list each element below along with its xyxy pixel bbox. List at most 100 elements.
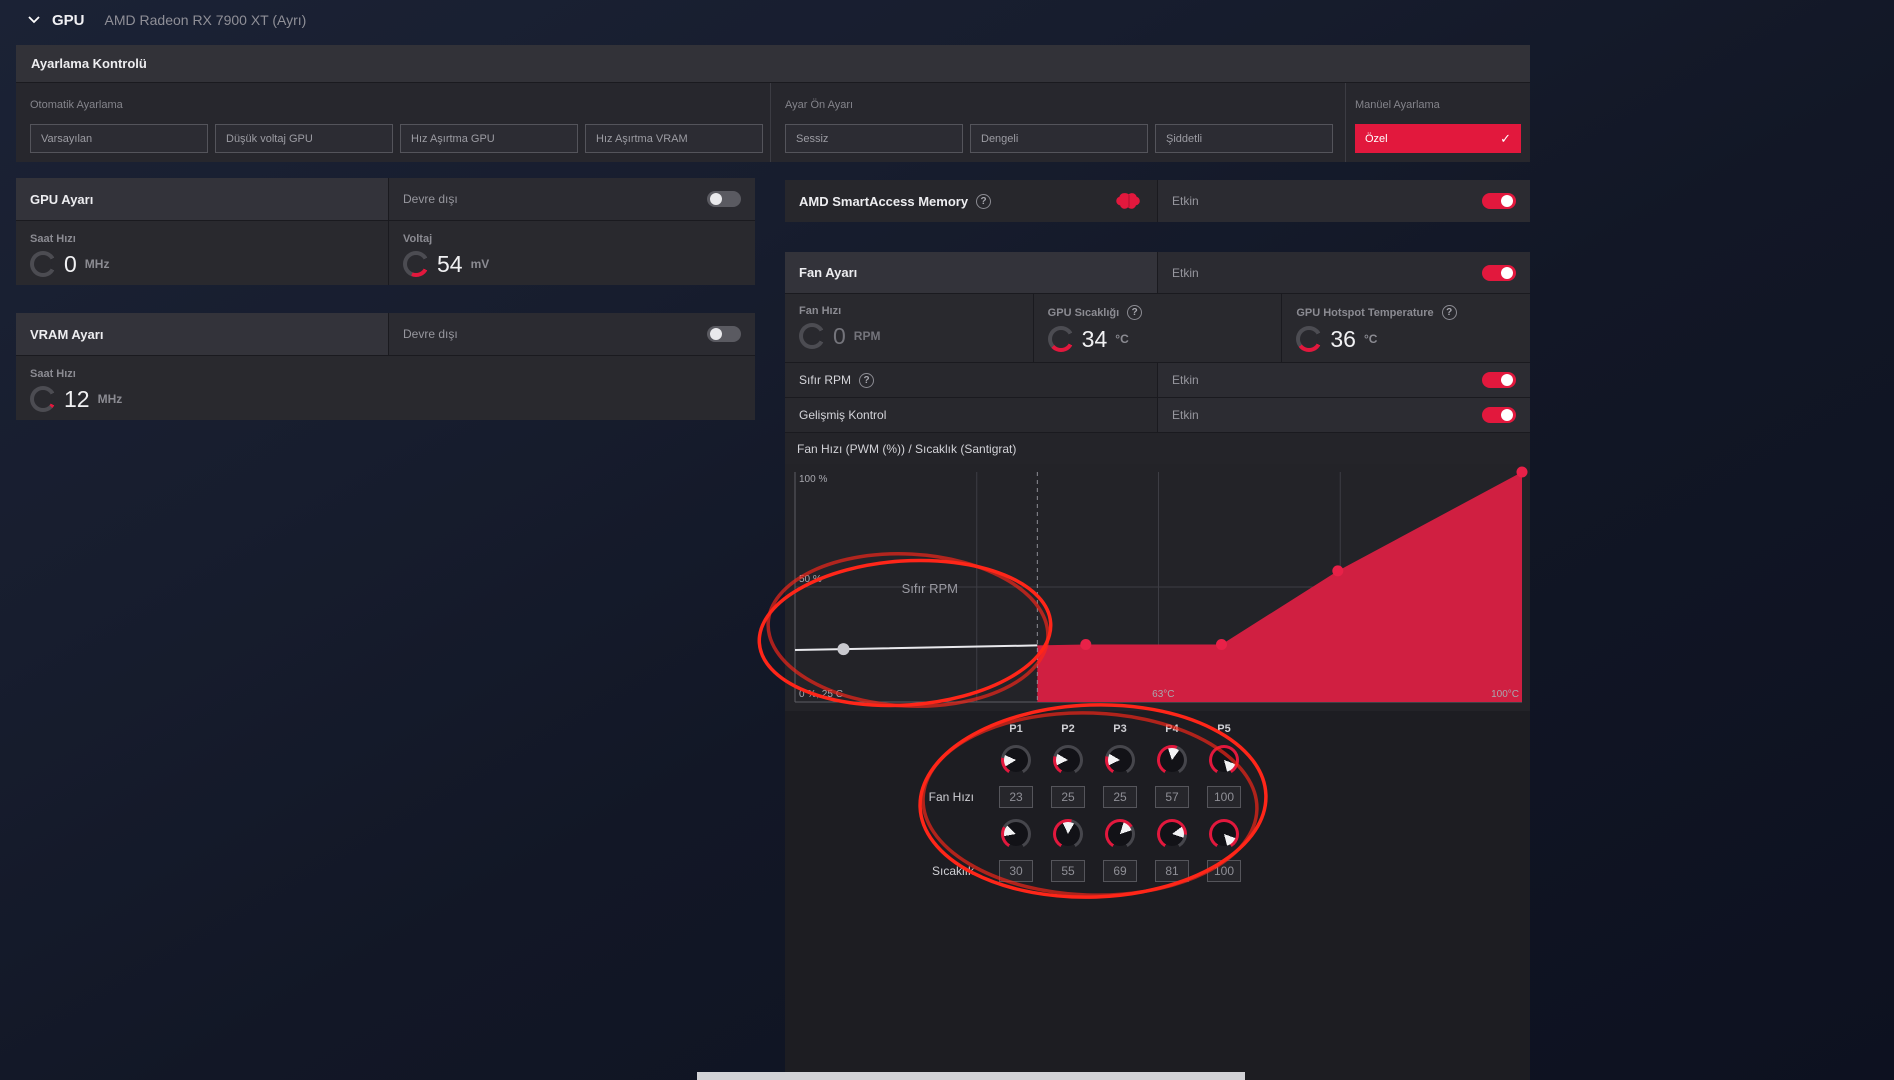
gpu-voltage-value: 54 bbox=[437, 250, 463, 277]
zero-rpm-handle[interactable] bbox=[837, 643, 850, 656]
vram-tuning-status-bar: Devre dışı bbox=[389, 313, 755, 355]
advanced-control-toggle[interactable] bbox=[1482, 407, 1516, 423]
help-icon[interactable]: ? bbox=[1441, 305, 1457, 320]
tuning-control-title: Ayarlama Kontrolü bbox=[31, 56, 147, 71]
gpu-clock-value: 0 bbox=[64, 250, 77, 277]
hotspot-temp-unit: °C bbox=[1363, 332, 1378, 346]
hotspot-temp-gauge-icon bbox=[1296, 326, 1323, 352]
gpu-clock-label: Saat Hızı bbox=[30, 233, 76, 245]
section-title: GPU bbox=[52, 11, 85, 29]
temperature-input-p5[interactable]: 100 bbox=[1207, 860, 1241, 882]
smart-access-memory-title: AMD SmartAccess Memory bbox=[799, 193, 969, 209]
fan-speed-input-p5[interactable]: 100 bbox=[1207, 786, 1241, 808]
temperature-knob-p5[interactable] bbox=[1209, 819, 1239, 849]
auto-tuning-group: Otomatik Ayarlama Varsayılan Düşük volta… bbox=[30, 99, 763, 153]
help-icon[interactable]: ? bbox=[976, 193, 992, 209]
tuning-control-body: Otomatik Ayarlama Varsayılan Düşük volta… bbox=[16, 83, 1530, 162]
fan-curve-point[interactable] bbox=[1080, 639, 1092, 650]
gpu-voltage-unit: mV bbox=[470, 257, 490, 271]
point-label: P4 bbox=[1165, 723, 1179, 735]
preset-tuning-label: Ayar Ön Ayarı bbox=[785, 99, 854, 111]
smart-access-memory-toggle[interactable] bbox=[1482, 193, 1516, 209]
temperature-input-p4[interactable]: 81 bbox=[1155, 860, 1189, 882]
gpu-clock-cell: Saat Hızı 0 MHz bbox=[16, 221, 388, 285]
fan-speed-knob-p3[interactable] bbox=[1105, 745, 1135, 775]
fan-tuning-status-bar: Etkin bbox=[1158, 252, 1530, 293]
auto-tune-default-button[interactable]: Varsayılan bbox=[30, 124, 208, 153]
device-name: AMD Radeon RX 7900 XT (Ayrı) bbox=[104, 12, 307, 28]
gpu-tuning-panel: GPU Ayarı Devre dışı Saat Hızı 0 MHz Vol… bbox=[16, 178, 755, 285]
fan-curve-point[interactable] bbox=[1216, 639, 1228, 650]
background-window-edge bbox=[697, 1072, 1245, 1080]
fan-tuning-toggle[interactable] bbox=[1482, 264, 1516, 281]
smart-access-memory-status-bar: Etkin bbox=[1158, 180, 1530, 222]
temperature-knob-p4[interactable] bbox=[1157, 819, 1187, 849]
fan-speed-input-p4[interactable]: 57 bbox=[1155, 786, 1189, 808]
fan-curve-point[interactable] bbox=[1332, 565, 1344, 577]
divider bbox=[1345, 83, 1346, 162]
fan-speed-knob-p5[interactable] bbox=[1209, 745, 1239, 775]
zero-rpm-toggle[interactable] bbox=[1482, 372, 1516, 388]
auto-tune-oc-vram-button[interactable]: Hız Aşırtma VRAM bbox=[585, 124, 763, 153]
fan-curve-point[interactable] bbox=[1516, 466, 1528, 478]
vram-tuning-panel: VRAM Ayarı Devre dışı Saat Hızı 12 MHz bbox=[16, 313, 755, 420]
temperature-input-p1[interactable]: 30 bbox=[999, 860, 1033, 882]
smart-access-memory-row: AMD SmartAccess Memory ? Etkin bbox=[785, 180, 1530, 222]
fan-speed-knob-p2[interactable] bbox=[1053, 745, 1083, 775]
temperature-knob-p1[interactable] bbox=[1001, 819, 1031, 849]
custom-tuning-button[interactable]: Özel ✓ bbox=[1355, 124, 1521, 153]
fan-tuning-status: Etkin bbox=[1172, 265, 1199, 280]
vram-tuning-toggle[interactable] bbox=[707, 326, 741, 342]
manual-tuning-label: Manüel Ayarlama bbox=[1355, 99, 1440, 111]
fan-speed-input-p1[interactable]: 23 bbox=[999, 786, 1033, 808]
gpu-temp-gauge-icon bbox=[1047, 326, 1074, 352]
gpu-tuning-header: GPU Ayarı bbox=[16, 178, 388, 220]
gpu-temp-value: 34 bbox=[1081, 325, 1108, 352]
point-label: P2 bbox=[1061, 723, 1075, 735]
vram-clock-cell: Saat Hızı 12 MHz bbox=[16, 356, 755, 420]
zero-rpm-line bbox=[794, 644, 1038, 652]
advanced-control-label: Gelişmiş Kontrol bbox=[799, 408, 887, 422]
help-icon[interactable]: ? bbox=[859, 372, 875, 388]
temperature-input-p2[interactable]: 55 bbox=[1051, 860, 1085, 882]
advanced-control-status: Etkin bbox=[1172, 408, 1199, 422]
gpu-voltage-gauge-icon bbox=[403, 251, 429, 277]
fan-curve-title-row: Fan Hızı (PWM (%)) / Sıcaklık (Santigrat… bbox=[785, 433, 1530, 464]
axis-label: 63°C bbox=[1152, 689, 1174, 700]
fan-speed-row-label: Fan Hızı bbox=[928, 790, 974, 804]
zero-rpm-overlay-label: Sıfır RPM bbox=[902, 581, 958, 596]
vram-tuning-title: VRAM Ayarı bbox=[30, 326, 104, 342]
vram-tuning-header: VRAM Ayarı bbox=[16, 313, 388, 355]
gpu-temp-cell: GPU Sıcaklığı ? 34 °C bbox=[1033, 294, 1282, 362]
preset-rage-button[interactable]: Şiddetli bbox=[1155, 124, 1333, 153]
point-label: P1 bbox=[1009, 723, 1023, 735]
axis-label: 100°C bbox=[1491, 689, 1519, 700]
fan-speed-knob-p4[interactable] bbox=[1157, 745, 1187, 775]
temperature-knob-p3[interactable] bbox=[1105, 819, 1135, 849]
auto-tune-oc-gpu-button[interactable]: Hız Aşırtma GPU bbox=[400, 124, 578, 153]
help-icon[interactable]: ? bbox=[1127, 305, 1143, 320]
custom-tuning-button-label: Özel bbox=[1365, 132, 1388, 145]
axis-label: 50 % bbox=[799, 574, 822, 585]
gpu-tuning-title: GPU Ayarı bbox=[30, 191, 94, 207]
fan-curve-chart[interactable]: 100 % 50 % 0 %, 25 C 63°C 100°C Sıfır RPM bbox=[785, 464, 1530, 711]
fan-speed-cell: Fan Hızı 0 RPM bbox=[785, 294, 1033, 362]
gpu-voltage-cell: Voltaj 54 mV bbox=[389, 221, 755, 285]
auto-tune-undervolt-button[interactable]: Düşük voltaj GPU bbox=[215, 124, 393, 153]
fan-speed-input-p2[interactable]: 25 bbox=[1051, 786, 1085, 808]
fan-speed-knob-p1[interactable] bbox=[1001, 745, 1031, 775]
collapse-chevron-icon[interactable] bbox=[28, 16, 40, 24]
preset-balanced-button[interactable]: Dengeli bbox=[970, 124, 1148, 153]
gpu-voltage-label: Voltaj bbox=[403, 233, 433, 245]
temperature-input-p3[interactable]: 69 bbox=[1103, 860, 1137, 882]
vram-tuning-status: Devre dışı bbox=[403, 327, 458, 341]
gpu-tuning-status-bar: Devre dışı bbox=[389, 178, 755, 220]
temperature-knob-p2[interactable] bbox=[1053, 819, 1083, 849]
fan-speed-input-p3[interactable]: 25 bbox=[1103, 786, 1137, 808]
gpu-tuning-toggle[interactable] bbox=[707, 191, 741, 207]
gpu-section-header: GPU AMD Radeon RX 7900 XT (Ayrı) bbox=[28, 8, 306, 32]
hotspot-temp-cell: GPU Hotspot Temperature ? 36 °C bbox=[1282, 294, 1531, 362]
smart-access-memory-status: Etkin bbox=[1172, 194, 1199, 208]
preset-quiet-button[interactable]: Sessiz bbox=[785, 124, 963, 153]
temperature-row-label: Sıcaklık bbox=[931, 864, 974, 878]
